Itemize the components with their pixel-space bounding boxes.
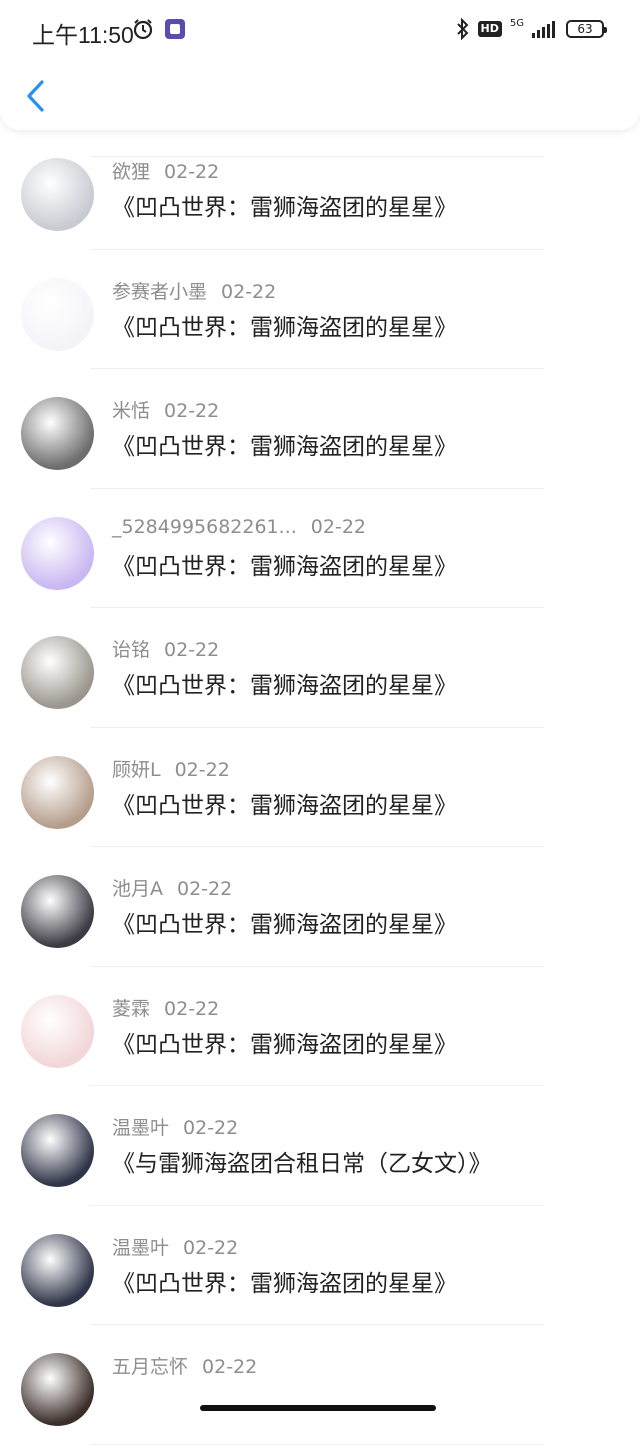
avatar[interactable] bbox=[21, 636, 94, 709]
back-icon[interactable] bbox=[22, 78, 50, 114]
post-date: 02-22 bbox=[202, 1356, 258, 1378]
avatar[interactable] bbox=[21, 1353, 94, 1426]
list-item[interactable]: 顾妍L 02-22 《凹凸世界：雷狮海盗团的星星》 bbox=[0, 728, 640, 847]
post-date: 02-22 bbox=[164, 997, 220, 1020]
user-name[interactable]: 米恬 bbox=[112, 400, 150, 422]
alarm-icon bbox=[133, 19, 153, 40]
avatar[interactable] bbox=[21, 397, 94, 470]
network-type: 5G bbox=[509, 17, 524, 29]
list-item[interactable]: 五月忘怀 02-22 bbox=[0, 1325, 640, 1445]
post-date: 02-22 bbox=[183, 1117, 239, 1139]
post-date: 02-22 bbox=[164, 161, 220, 183]
list-item[interactable]: 池月A 02-22 《凹凸世界：雷狮海盗团的星星》 bbox=[0, 847, 640, 967]
avatar[interactable] bbox=[21, 1233, 94, 1307]
divider bbox=[90, 1443, 544, 1445]
avatar[interactable] bbox=[21, 994, 94, 1068]
list-item[interactable]: 欲狸 02-22 《凹凸世界：雷狮海盗团的星星》 bbox=[0, 130, 640, 250]
book-title[interactable]: 《凹凸世界：雷狮海盗团的星星》 bbox=[112, 1025, 457, 1059]
user-name[interactable]: 池月A bbox=[112, 878, 163, 900]
list-item[interactable]: 温墨叶 02-22 《与雷狮海盗团合租日常（乙女文）》 bbox=[0, 1086, 640, 1206]
book-title[interactable]: 《凹凸世界：雷狮海盗团的星星》 bbox=[112, 188, 457, 222]
post-date: 02-22 bbox=[164, 400, 220, 422]
avatar[interactable] bbox=[21, 158, 94, 231]
avatar[interactable] bbox=[21, 875, 94, 948]
bluetooth-icon bbox=[456, 18, 468, 40]
user-name[interactable]: 欲狸 bbox=[112, 161, 150, 183]
post-date: 02-22 bbox=[164, 639, 220, 661]
status-time: 上午11:50 bbox=[32, 22, 134, 48]
user-name[interactable]: 温墨叶 bbox=[112, 1237, 169, 1259]
avatar[interactable] bbox=[21, 1114, 94, 1187]
book-title[interactable]: 《凹凸世界：雷狮海盗团的星星》 bbox=[112, 427, 457, 461]
book-title[interactable]: 《凹凸世界：雷狮海盗团的星星》 bbox=[112, 666, 457, 700]
avatar[interactable] bbox=[21, 516, 94, 590]
post-date: 02-22 bbox=[177, 878, 233, 900]
post-date: 02-22 bbox=[183, 1236, 239, 1259]
list-item[interactable]: 菱霖 02-22 《凹凸世界：雷狮海盗团的星星》 bbox=[0, 967, 640, 1086]
user-name[interactable]: 五月忘怀 bbox=[112, 1356, 188, 1378]
user-name[interactable]: 顾妍L bbox=[112, 759, 161, 781]
app-notification-icon bbox=[165, 19, 185, 39]
list-item[interactable]: _5284995682261... 02-22 《凹凸世界：雷狮海盗团的星星》 bbox=[0, 489, 640, 608]
avatar[interactable] bbox=[21, 755, 94, 829]
book-title[interactable]: 《凹凸世界：雷狮海盗团的星星》 bbox=[112, 308, 457, 342]
post-date: 02-22 bbox=[221, 280, 277, 303]
status-bar: 上午11:50 HD 5G 63 bbox=[0, 0, 640, 62]
home-indicator[interactable] bbox=[200, 1405, 436, 1411]
avatar[interactable] bbox=[21, 277, 94, 351]
signal-icon bbox=[532, 21, 555, 38]
reader-list: 欲狸 02-22 《凹凸世界：雷狮海盗团的星星》 参赛者小墨 02-22 《凹凸世界：雷狮… bbox=[0, 130, 640, 1445]
hd-badge: HD bbox=[477, 21, 502, 37]
user-name[interactable]: _5284995682261... bbox=[112, 516, 297, 538]
list-item[interactable]: 诒铭 02-22 《凹凸世界：雷狮海盗团的星星》 bbox=[0, 608, 640, 728]
list-item[interactable]: 参赛者小墨 02-22 《凹凸世界：雷狮海盗团的星星》 bbox=[0, 250, 640, 369]
book-title[interactable]: 《凹凸世界：雷狮海盗团的星星》 bbox=[112, 547, 457, 581]
top-header: 上午11:50 HD 5G 63 bbox=[0, 0, 640, 130]
post-date: 02-22 bbox=[310, 515, 366, 538]
user-name[interactable]: 诒铭 bbox=[112, 639, 150, 661]
book-title[interactable]: 《与雷狮海盗团合租日常（乙女文）》 bbox=[112, 1144, 492, 1178]
user-name[interactable]: 菱霖 bbox=[112, 998, 150, 1020]
post-date: 02-22 bbox=[174, 758, 230, 781]
list-item[interactable]: 米恬 02-22 《凹凸世界：雷狮海盗团的星星》 bbox=[0, 369, 640, 489]
list-item[interactable]: 温墨叶 02-22 《凹凸世界：雷狮海盗团的星星》 bbox=[0, 1206, 640, 1325]
user-name[interactable]: 参赛者小墨 bbox=[112, 281, 207, 303]
book-title[interactable]: 《凹凸世界：雷狮海盗团的星星》 bbox=[112, 1264, 457, 1298]
user-name[interactable]: 温墨叶 bbox=[112, 1117, 169, 1139]
book-title[interactable]: 《凹凸世界：雷狮海盗团的星星》 bbox=[112, 905, 457, 939]
book-title[interactable]: 《凹凸世界：雷狮海盗团的星星》 bbox=[112, 786, 457, 820]
battery-indicator: 63 bbox=[566, 20, 607, 38]
